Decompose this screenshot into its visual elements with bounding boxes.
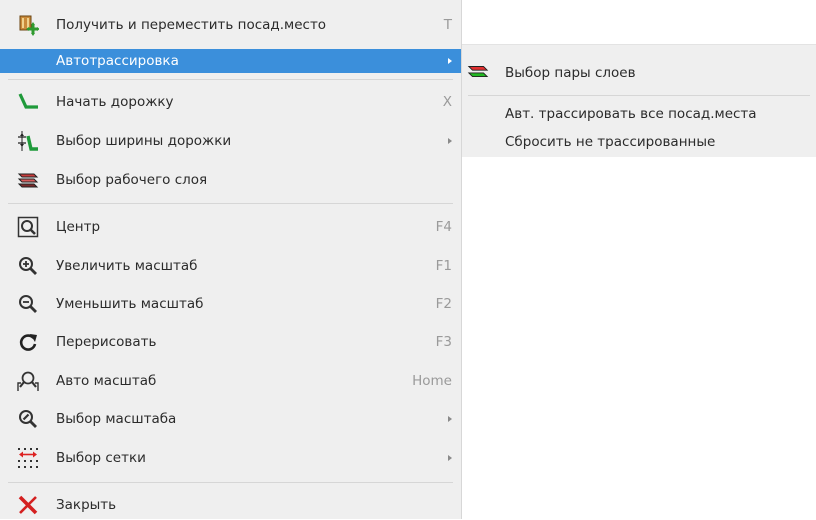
menu-item-label: Авто масштаб: [56, 373, 157, 389]
submenu-item-layer-pair[interactable]: Выбор пары слоев: [462, 58, 816, 88]
shortcut-label: X: [442, 94, 452, 110]
separator: [8, 482, 453, 483]
menu-item-track-width[interactable]: Выбор ширины дорожки: [0, 126, 461, 156]
close-icon: [17, 494, 39, 516]
shortcut-label: Home: [412, 373, 452, 389]
menu-item-zoom-center[interactable]: Центр F4: [0, 212, 461, 242]
menu-item-label: Выбор масштаба: [56, 411, 177, 427]
redraw-icon: [17, 331, 39, 353]
shortcut-label: F2: [435, 296, 452, 312]
menu-item-zoom-auto[interactable]: Авто масштаб Home: [0, 366, 461, 396]
shortcut-label: F1: [435, 258, 452, 274]
menu-item-close[interactable]: Закрыть: [0, 490, 461, 520]
zoom-out-icon: [17, 293, 39, 315]
menu-item-label: Автотрассировка: [56, 53, 179, 69]
menu-item-autorouting[interactable]: Автотрассировка: [0, 49, 461, 73]
menu-item-zoom-in[interactable]: Увеличить масштаб F1: [0, 251, 461, 281]
menu-item-label: Перерисовать: [56, 334, 157, 350]
zoom-in-icon: [17, 255, 39, 277]
shortcut-label: T: [443, 17, 452, 33]
menu-item-label: Уменьшить масштаб: [56, 296, 204, 312]
grid-icon: [17, 447, 39, 469]
separator: [8, 79, 453, 80]
autorouting-submenu: Выбор пары слоев Авт. трассировать все п…: [462, 44, 816, 157]
menu-item-zoom-select[interactable]: Выбор масштаба: [0, 404, 461, 434]
submenu-arrow-icon: [448, 455, 452, 461]
zoom-fit-icon: [17, 370, 39, 392]
track-width-icon: [17, 130, 39, 152]
submenu-arrow-icon: [448, 138, 452, 144]
menu-item-label: Выбор сетки: [56, 450, 146, 466]
menu-item-label: Центр: [56, 219, 101, 235]
zoom-center-icon: [17, 216, 39, 238]
menu-item-label: Закрыть: [56, 497, 117, 513]
menu-item-select-layer[interactable]: Выбор рабочего слоя: [0, 165, 461, 195]
menu-item-label: Выбор пары слоев: [505, 65, 636, 81]
menu-item-label: Начать дорожку: [56, 94, 174, 110]
menu-item-redraw[interactable]: Перерисовать F3: [0, 327, 461, 357]
menu-item-label: Выбор ширины дорожки: [56, 133, 232, 149]
layers-icon: [17, 169, 39, 191]
menu-item-label: Сбросить не трассированные: [505, 134, 716, 150]
menu-item-begin-track[interactable]: Начать дорожку X: [0, 87, 461, 117]
shortcut-label: F4: [435, 219, 452, 235]
submenu-item-autoroute-all[interactable]: Авт. трассировать все посад.места: [462, 99, 816, 129]
menu-item-label: Выбор рабочего слоя: [56, 172, 208, 188]
submenu-item-reset-unrouted[interactable]: Сбросить не трассированные: [462, 129, 816, 157]
submenu-arrow-icon: [448, 416, 452, 422]
track-icon: [17, 91, 39, 113]
menu-item-move-footprint[interactable]: Получить и переместить посад.место T: [0, 10, 461, 40]
separator: [468, 95, 810, 96]
context-menu: Получить и переместить посад.место T Авт…: [0, 0, 462, 519]
footprint-move-icon: [17, 14, 39, 36]
separator: [8, 203, 453, 204]
zoom-select-icon: [17, 408, 39, 430]
menu-item-grid-select[interactable]: Выбор сетки: [0, 443, 461, 473]
menu-item-label: Увеличить масштаб: [56, 258, 198, 274]
menu-item-zoom-out[interactable]: Уменьшить масштаб F2: [0, 289, 461, 319]
layer-pair-icon: [467, 61, 489, 83]
submenu-arrow-icon: [448, 58, 452, 64]
menu-item-label: Получить и переместить посад.место: [56, 17, 327, 33]
shortcut-label: F3: [435, 334, 452, 350]
menu-item-label: Авт. трассировать все посад.места: [505, 106, 757, 122]
